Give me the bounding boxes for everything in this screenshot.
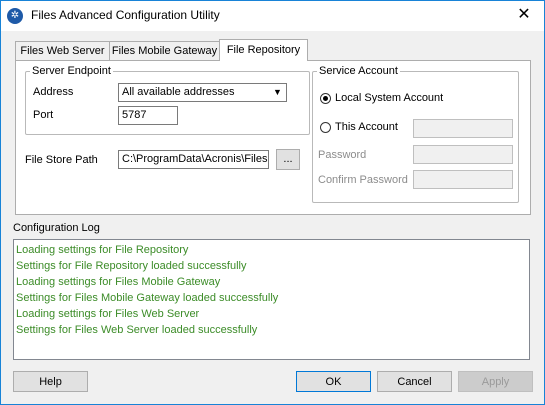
app-icon: ✲ xyxy=(7,8,23,24)
confirm-password-input[interactable] xyxy=(413,170,513,189)
radio-selected-dot xyxy=(323,96,328,101)
service-account-legend: Service Account xyxy=(319,65,398,77)
apply-button[interactable]: Apply xyxy=(458,371,533,392)
local-system-account-radio[interactable] xyxy=(320,93,331,104)
configuration-log[interactable]: Loading settings for File Repository Set… xyxy=(13,239,530,360)
address-select[interactable]: All available addresses ▼ xyxy=(118,83,287,102)
port-label: Port xyxy=(33,109,54,121)
port-input[interactable]: 5787 xyxy=(118,106,178,125)
server-endpoint-legend: Server Endpoint xyxy=(32,65,111,77)
file-store-path-label: File Store Path xyxy=(25,154,98,166)
this-account-radio[interactable] xyxy=(320,122,331,133)
log-line: Loading settings for Files Mobile Gatewa… xyxy=(16,276,221,288)
configuration-log-label: Configuration Log xyxy=(13,222,100,234)
local-system-account-label[interactable]: Local System Account xyxy=(335,92,443,104)
tab-files-mobile-gateway[interactable]: Files Mobile Gateway xyxy=(109,41,220,60)
chevron-down-icon[interactable]: ▼ xyxy=(270,85,285,100)
tab-files-web-server[interactable]: Files Web Server xyxy=(15,41,110,60)
this-account-label[interactable]: This Account xyxy=(335,121,398,133)
log-line: Loading settings for Files Web Server xyxy=(16,308,200,320)
title-bar[interactable]: ✲ Files Advanced Configuration Utility ✕ xyxy=(1,1,544,31)
main-window: ✲ Files Advanced Configuration Utility ✕… xyxy=(0,0,545,405)
address-select-value: All available addresses xyxy=(122,86,235,98)
log-line: Loading settings for File Repository xyxy=(16,244,189,256)
password-label: Password xyxy=(318,149,367,161)
password-input[interactable] xyxy=(413,145,513,164)
cancel-button[interactable]: Cancel xyxy=(377,371,452,392)
tab-file-repository[interactable]: File Repository xyxy=(219,39,308,61)
help-button[interactable]: Help xyxy=(13,371,88,392)
log-line: Settings for File Repository loaded succ… xyxy=(16,260,247,272)
address-label: Address xyxy=(33,86,74,98)
tab-panel-file-repository: Server Endpoint Address All available ad… xyxy=(15,60,531,215)
this-account-input[interactable] xyxy=(413,119,513,138)
browse-button[interactable]: ... xyxy=(276,149,300,170)
confirm-password-label: Confirm Password xyxy=(318,174,408,186)
log-line: Settings for Files Web Server loaded suc… xyxy=(16,324,258,336)
window-title: Files Advanced Configuration Utility xyxy=(31,8,220,22)
ok-button[interactable]: OK xyxy=(296,371,371,392)
close-button[interactable]: ✕ xyxy=(504,1,544,31)
log-line: Settings for Files Mobile Gateway loaded… xyxy=(16,292,279,304)
file-store-path-input[interactable]: C:\ProgramData\Acronis\Files xyxy=(118,150,269,169)
